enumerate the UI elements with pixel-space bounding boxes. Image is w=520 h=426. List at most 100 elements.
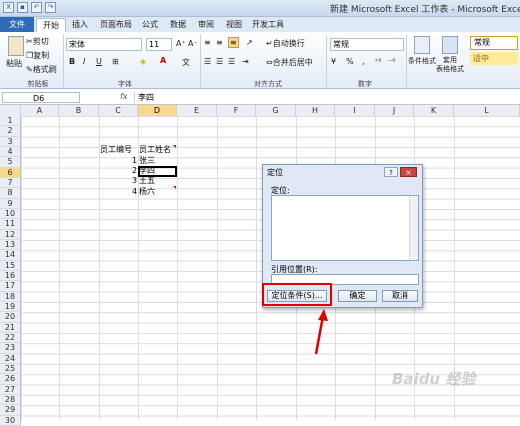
format-painter-button[interactable]: ✎格式刷 [26,64,57,75]
row-header[interactable]: 4 [0,146,21,158]
tab-review[interactable]: 审阅 [198,18,214,31]
row-header[interactable]: 18 [0,291,21,302]
align-right-icon[interactable]: ☰ [228,57,235,66]
tab-data[interactable]: 数据 [170,18,186,31]
table-format-button[interactable]: 套用 表格格式 [436,56,464,74]
row-header[interactable]: 7 [0,177,21,189]
column-header[interactable]: I [335,105,375,116]
row-header[interactable]: 13 [0,239,21,251]
wrap-text-button[interactable]: ↵自动换行 [266,38,305,49]
save-icon[interactable]: ▪ [17,2,28,13]
increase-decimal-icon[interactable]: ⁺⁰ [374,57,381,66]
cut-button[interactable]: ✂剪切 [26,36,49,47]
bold-button[interactable]: B [69,57,75,66]
tab-page-layout[interactable]: 页面布局 [100,18,132,31]
list-scrollbar[interactable] [409,196,418,260]
row-header[interactable]: 3 [0,136,21,147]
tab-file[interactable]: 文件 [0,17,34,32]
column-header[interactable]: K [414,105,454,116]
column-header[interactable]: B [59,105,99,116]
indent-icon[interactable]: ⇥ [242,57,249,66]
tab-view[interactable]: 视图 [226,18,242,31]
cell-name[interactable]: 杨六 [139,187,155,197]
column-header[interactable]: L [454,105,520,116]
tab-home[interactable]: 开始 [36,18,66,32]
border-icon[interactable]: ⊞ [112,57,119,66]
row-header[interactable]: 23 [0,343,21,354]
cell-header-id[interactable]: 员工编号 [100,145,132,155]
font-color-icon[interactable]: A [160,56,166,65]
decrease-decimal-icon[interactable]: ⁻⁰ [388,57,395,66]
paste-icon[interactable] [8,36,24,56]
row-header[interactable]: 2 [0,126,21,137]
column-header[interactable]: C [99,105,138,116]
cell-name[interactable]: 张三 [139,156,155,166]
row-header[interactable]: 11 [0,219,21,230]
formula-input[interactable]: 李四 [134,92,518,103]
font-name-select[interactable]: 宋体 [66,38,142,51]
align-center-icon[interactable]: ☰ [216,57,223,66]
row-header[interactable]: 26 [0,374,21,385]
row-header[interactable]: 21 [0,322,21,333]
column-header[interactable]: D [138,105,177,116]
conditional-format-button[interactable]: 条件格式 [408,56,436,66]
select-all-corner[interactable] [0,105,21,116]
row-header[interactable]: 12 [0,229,21,240]
cell-name[interactable]: 王五 [139,176,155,186]
row-header[interactable]: 19 [0,301,21,313]
number-format-select[interactable]: 常规 [330,38,404,51]
currency-icon[interactable]: ¥ [331,57,336,66]
row-header[interactable]: 10 [0,208,21,220]
orientation-icon[interactable]: ↗ [246,38,253,47]
row-header[interactable]: 15 [0,260,21,271]
column-header[interactable]: E [177,105,217,116]
column-header[interactable]: J [375,105,414,116]
merge-center-button[interactable]: ⇔合并后居中 [266,57,313,68]
underline-button[interactable]: U [96,57,102,66]
font-size-select[interactable]: 11 [146,38,172,51]
insert-function-icon[interactable]: fx [120,92,128,101]
goto-list[interactable] [271,195,419,261]
undo-icon[interactable]: ↶ [31,2,42,13]
copy-button[interactable]: ❐复制 [26,50,49,61]
column-header[interactable]: H [296,105,335,116]
row-header[interactable]: 22 [0,332,21,344]
fill-color-icon[interactable]: ◈ [140,57,146,66]
italic-button[interactable]: I [83,57,85,66]
conditional-format-icon[interactable] [414,36,430,54]
align-middle-icon[interactable]: ≡ [216,38,223,47]
row-header[interactable]: 14 [0,250,21,261]
column-header[interactable]: A [21,105,59,116]
row-header[interactable]: 30 [0,415,21,426]
row-header[interactable]: 17 [0,281,21,292]
tab-developer[interactable]: 开发工具 [252,18,284,31]
comma-button[interactable]: , [362,57,365,66]
cancel-button[interactable]: 取消 [382,290,418,302]
phonetic-icon[interactable]: 文 [182,57,190,68]
paste-button[interactable]: 粘贴 [6,58,22,69]
column-header[interactable]: G [256,105,296,116]
align-top-icon[interactable]: ≡ [204,38,211,47]
cell-id[interactable]: 4 [132,187,137,197]
row-header[interactable]: 25 [0,363,21,375]
align-bottom-icon[interactable]: ≡ [228,37,239,48]
row-header[interactable]: 24 [0,353,21,364]
cell-style-neutral[interactable]: 适中 [470,52,518,65]
row-header[interactable]: 28 [0,394,21,406]
row-header[interactable]: 16 [0,270,21,282]
ok-button[interactable]: 确定 [338,290,377,302]
column-header[interactable]: F [217,105,256,116]
name-box[interactable]: D6 [2,92,80,103]
cell-header-name[interactable]: 员工姓名 [139,145,171,155]
row-header[interactable]: 29 [0,405,21,416]
row-header[interactable]: 1 [0,116,21,127]
align-left-icon[interactable]: ☰ [204,57,211,66]
row-header[interactable]: 9 [0,198,21,209]
grow-font-icon[interactable]: A⁺ [176,39,186,48]
tab-insert[interactable]: 插入 [72,18,88,31]
cell-id[interactable]: 2 [132,166,137,176]
row-header[interactable]: 6 [0,167,21,178]
cell-style-normal[interactable]: 常规 [470,36,518,50]
close-icon[interactable]: × [400,167,417,177]
shrink-font-icon[interactable]: A⁻ [188,39,198,48]
